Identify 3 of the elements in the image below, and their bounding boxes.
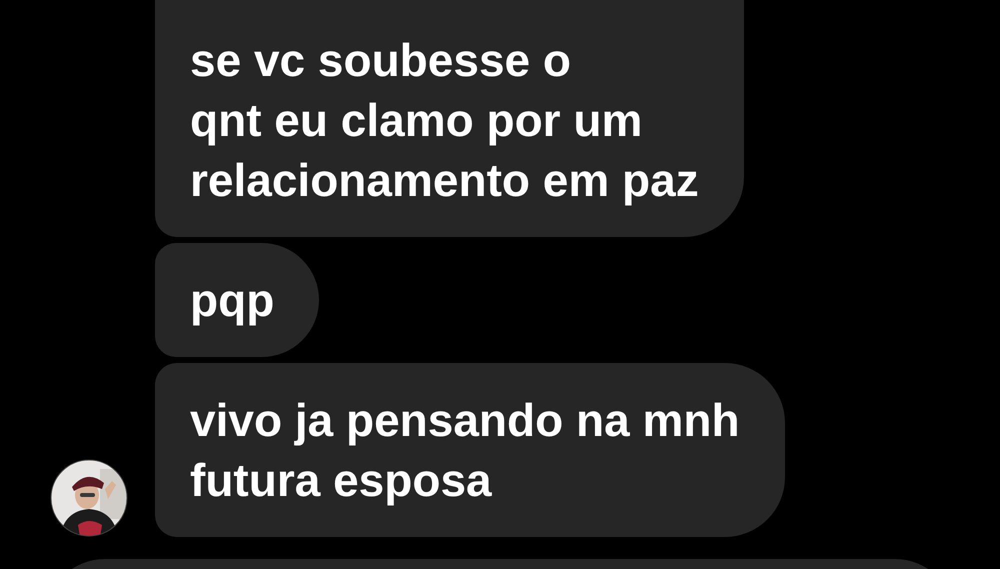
message-text: vivo ja pensando na mnh futura esposa <box>190 394 740 506</box>
message-text: pqp <box>190 274 274 326</box>
message-text: se vc soubesse o qnt eu clamo por um relacionamento em paz <box>190 34 699 206</box>
